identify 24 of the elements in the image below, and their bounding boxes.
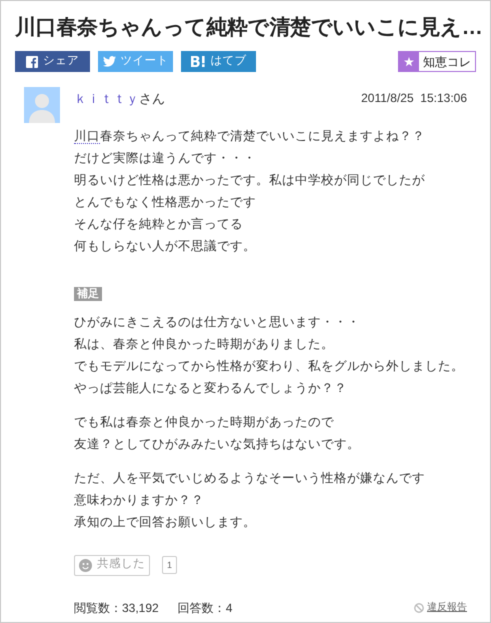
- avatar: [24, 87, 60, 123]
- keyword-link[interactable]: 川口: [74, 128, 100, 144]
- question-title: 川口春奈ちゃんって純粋で清楚でいいこに見え…: [14, 15, 484, 41]
- question-text: 川口 春奈ちゃんって純粋で清楚でいいこに見えますよね？？ だけど実際は違うんです・・・ 明るいけど性格は悪かったです。私は中学校が同じでしたが とんでもなく性格悪かったです そんな仔を純粋とか言ってる 何もしらない人が不思議です。: [74, 128, 426, 254]
- answer-count: 回答数：4: [178, 600, 232, 616]
- collection-button[interactable]: 知恵コレ: [398, 51, 476, 72]
- empathy-count: 1: [162, 556, 178, 574]
- facebook-icon: [26, 56, 38, 68]
- view-count: 閲覧数：33,192: [74, 600, 159, 616]
- post-date: 2011/8/25 15:13:06: [361, 90, 467, 107]
- bird-icon: [102, 56, 116, 67]
- supplement-badge: 補足: [74, 286, 102, 300]
- hatena-icon: [190, 56, 206, 67]
- supplement-text: ひがみにきこえるのは仕方ないと思います・・・ 私は、春奈と仲良かった時期がありました。 でもモデルになってから性格が変わり、私をグルから外しました。 やっぱ芸能人になると変わるんでしょうか？？: [74, 314, 465, 396]
- share-button[interactable]: シェア: [15, 51, 90, 72]
- star-icon: [404, 56, 414, 66]
- prohibited-icon: [414, 602, 424, 612]
- supplement-text: でも私は春奈と仲良かった時期があったので 友達？としてひがみみたいな気持ちはないです。: [74, 414, 361, 452]
- share-button[interactable]: はてブ: [181, 51, 256, 72]
- username[interactable]: ｋｉｔｔｙ: [74, 89, 139, 108]
- supplement-text: ただ、人を平気でいじめるようなそーいう性格が嫌なんです 意味わかりますか？？ 承知の上で回答お願いします。: [74, 470, 426, 530]
- honorific: さん: [139, 90, 165, 108]
- smiley-icon: [79, 558, 92, 572]
- report-link[interactable]: 違反報告: [414, 600, 467, 615]
